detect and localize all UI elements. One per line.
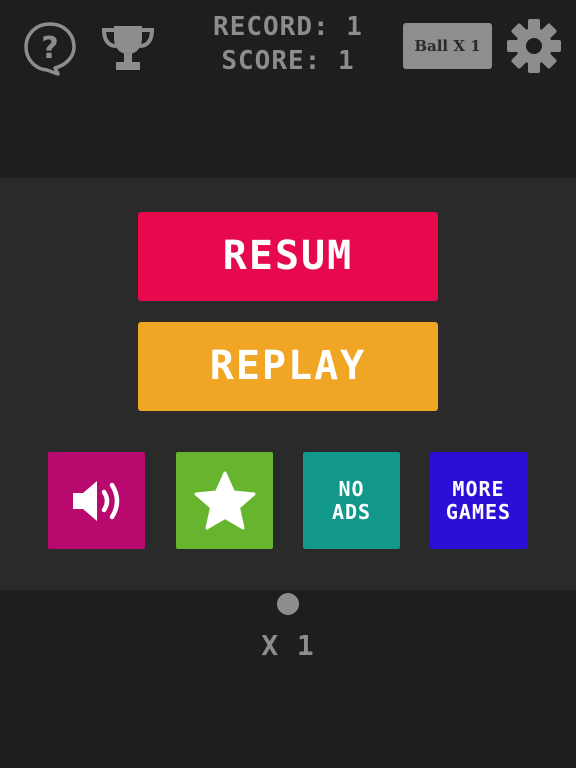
no-ads-button[interactable]: NO ADS (303, 452, 400, 549)
top-bar: ? RECORD: 1 SCORE: 1 Ball X 1 (0, 0, 576, 90)
no-ads-label: NO ADS (331, 476, 372, 524)
rate-button[interactable] (176, 452, 273, 549)
help-icon[interactable]: ? (22, 20, 78, 76)
score-text: SCORE: 1 (221, 46, 355, 76)
sound-button[interactable] (48, 452, 145, 549)
star-icon (194, 471, 255, 529)
gear-icon[interactable] (506, 18, 562, 74)
ball-multiplier-text: X 1 (261, 629, 315, 662)
more-games-label: MORE GAMES (445, 476, 512, 524)
record-text: RECORD: 1 (213, 12, 363, 42)
speaker-icon (72, 480, 119, 521)
resume-button[interactable]: RESUM (138, 212, 438, 301)
ball-count-button[interactable]: Ball X 1 (403, 23, 492, 69)
trophy-icon[interactable] (100, 22, 156, 74)
more-games-button[interactable]: MORE GAMES (430, 452, 527, 549)
score-display: RECORD: 1 SCORE: 1 (200, 10, 376, 78)
ball-icon (277, 593, 299, 615)
svg-text:?: ? (41, 31, 58, 66)
replay-button[interactable]: REPLAY (138, 322, 438, 411)
